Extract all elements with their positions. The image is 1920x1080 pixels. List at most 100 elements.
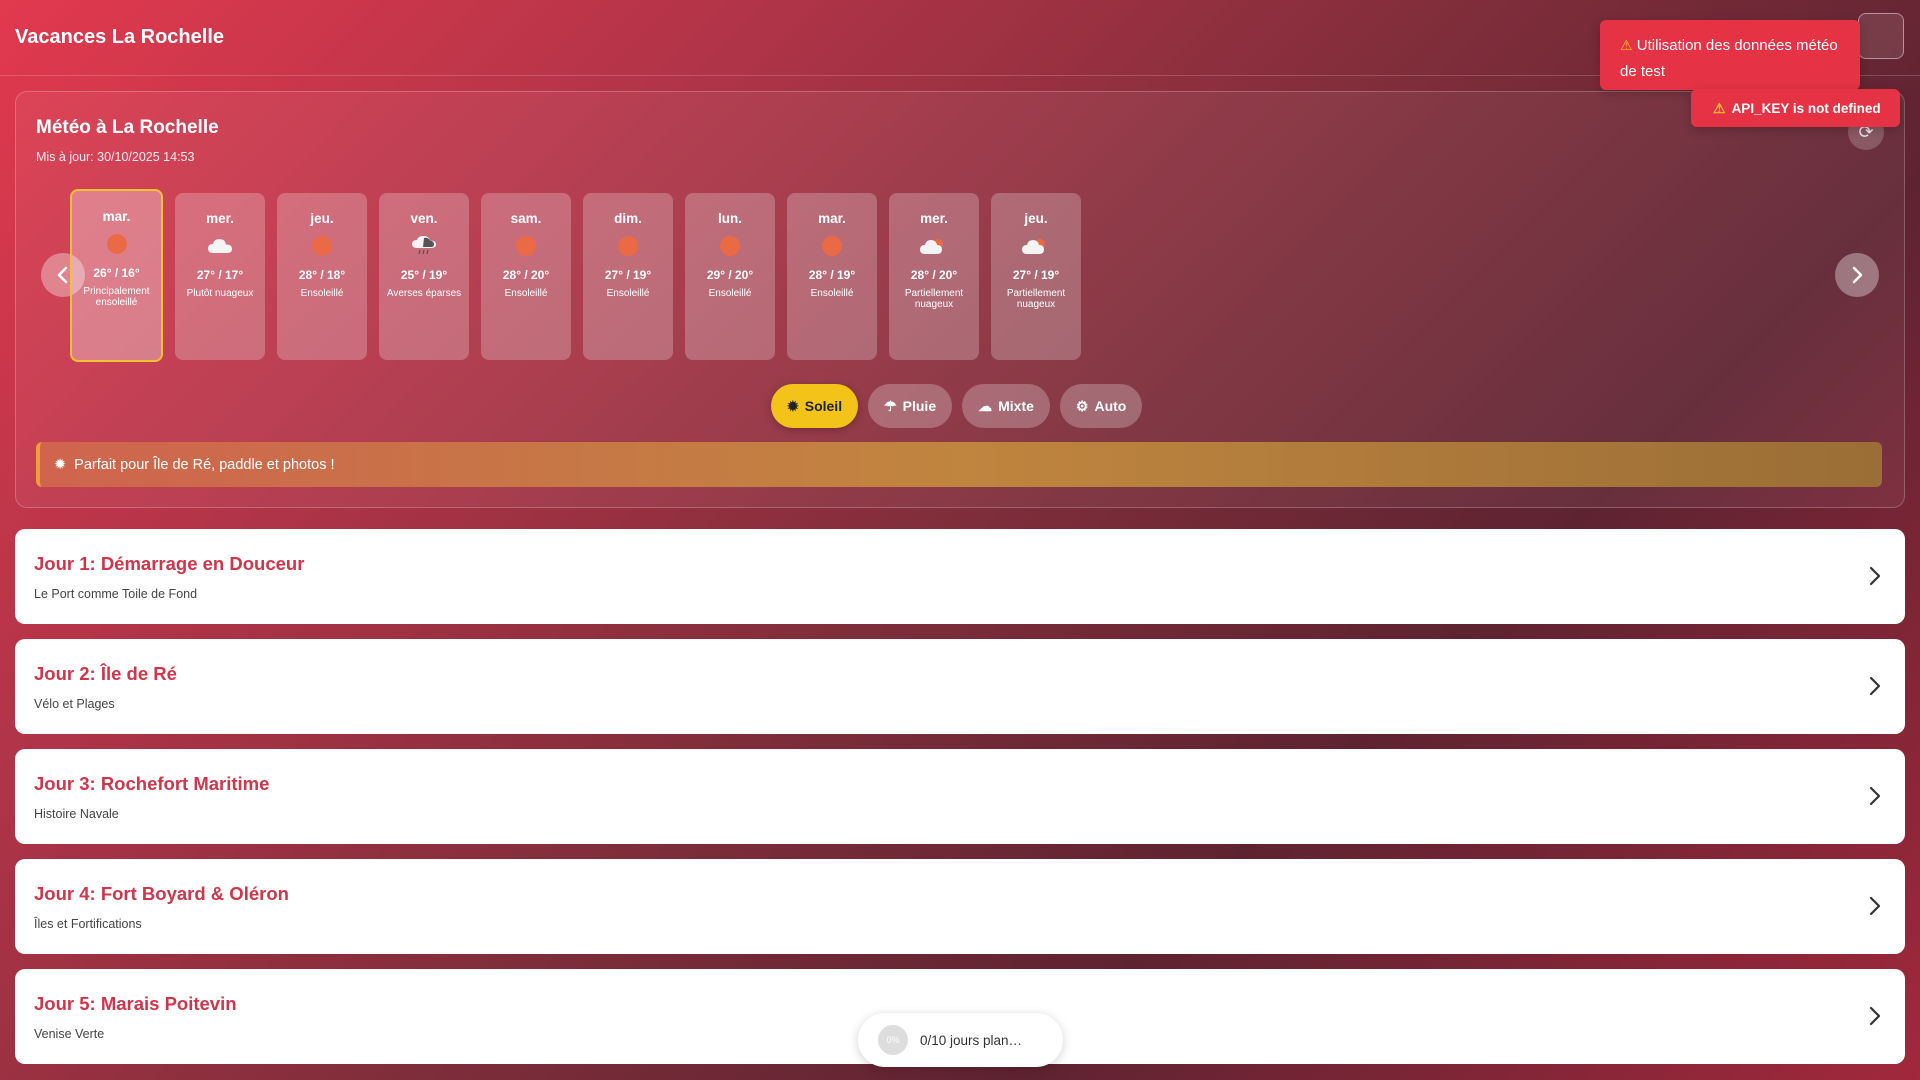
mode-mixte-button[interactable]: ☁ Mixte — [962, 384, 1050, 428]
mode-label: Soleil — [804, 398, 843, 414]
mode-label: Mixte — [998, 398, 1034, 414]
test-data-toast[interactable]: ⚠ Utilisation des données météo de test — [1600, 20, 1860, 90]
day-temp: 28° / 20° — [910, 268, 958, 282]
weather-panel: Météo à La Rochelle Mis à jour: 30/10/20… — [15, 91, 1905, 508]
day-desc: Ensoleillé — [708, 288, 752, 299]
itinerary-day-4[interactable]: Jour 4: Fort Boyard & Oléron Îles et For… — [15, 859, 1905, 954]
itinerary-day-3[interactable]: Jour 3: Rochefort Maritime Histoire Nava… — [15, 749, 1905, 844]
forecast-day[interactable]: dim. 27° / 19° Ensoleillé — [583, 193, 673, 360]
api-key-toast[interactable]: ⚠ API_KEY is not defined — [1691, 89, 1900, 127]
toast-text: API_KEY is not defined — [1731, 100, 1881, 116]
day-subtitle: Îles et Fortifications — [34, 917, 142, 931]
day-name: mer. — [920, 211, 948, 226]
day-temp: 25° / 19° — [400, 268, 448, 282]
itinerary-day-2[interactable]: Jour 2: Île de Ré Vélo et Plages — [15, 639, 1905, 734]
progress-label: 0/10 jours plan… — [920, 1032, 1023, 1048]
forecast-day[interactable]: lun. 29° / 20° Ensoleillé — [685, 193, 775, 360]
menu-button[interactable] — [1858, 13, 1904, 59]
partly-cloudy-icon — [1022, 239, 1045, 254]
sun-icon — [516, 236, 536, 256]
day-temp: 28° / 18° — [298, 268, 346, 282]
day-name: mar. — [818, 211, 846, 226]
day-desc: Ensoleillé — [504, 288, 548, 299]
sun-icon — [822, 236, 842, 256]
forecast-days: mar. 26° / 16° Principalement ensoleillé… — [70, 189, 1081, 362]
robot-icon: ⚙ — [1075, 397, 1089, 414]
day-name: lun. — [718, 211, 742, 226]
forecast-day[interactable]: mer. 28° / 20° Partiellement nuageux — [889, 193, 979, 360]
weather-updated: Mis à jour: 30/10/2025 14:53 — [36, 150, 195, 164]
day-temp: 26° / 16° — [93, 266, 140, 280]
forecast-day[interactable]: mar. 28° / 19° Ensoleillé — [787, 193, 877, 360]
day-name: mar. — [102, 209, 131, 224]
chevron-right-icon — [1869, 676, 1881, 696]
next-days-button[interactable] — [1835, 253, 1879, 297]
chevron-right-icon — [1869, 786, 1881, 806]
forecast-day[interactable]: mer. 27° / 17° Plutôt nuageux — [175, 193, 265, 360]
day-desc: Ensoleillé — [300, 288, 344, 299]
day-name: ven. — [410, 211, 438, 226]
planning-progress[interactable]: 0% 0/10 jours plan… — [858, 1013, 1063, 1067]
advice-text: Parfait pour Île de Ré, paddle et photos… — [74, 456, 335, 473]
day-name: jeu. — [1024, 211, 1048, 226]
day-desc: Partiellement nuageux — [904, 288, 964, 310]
day-desc: Ensoleillé — [606, 288, 650, 299]
partly-cloudy-icon — [920, 239, 943, 254]
app-title: Vacances La Rochelle — [15, 26, 225, 48]
itinerary-day-1[interactable]: Jour 1: Démarrage en Douceur Le Port com… — [15, 529, 1905, 624]
day-name: mer. — [206, 211, 234, 226]
warning-icon: ⚠ — [1620, 37, 1633, 53]
day-name: jeu. — [310, 211, 334, 226]
chevron-right-icon — [1869, 1006, 1881, 1026]
mode-label: Auto — [1094, 398, 1127, 414]
day-subtitle: Le Port comme Toile de Fond — [34, 587, 198, 601]
cloud-icon — [208, 239, 232, 253]
day-subtitle: Histoire Navale — [34, 807, 119, 821]
day-temp: 28° / 19° — [808, 268, 856, 282]
day-desc: Averses éparses — [386, 288, 462, 299]
day-subtitle: Venise Verte — [34, 1027, 105, 1041]
chevron-right-icon — [1869, 896, 1881, 916]
chevron-right-icon — [1869, 566, 1881, 586]
progress-circle: 0% — [878, 1025, 908, 1055]
mode-label: Pluie — [902, 398, 937, 414]
day-title: Jour 4: Fort Boyard & Oléron — [34, 883, 289, 904]
sun-cloud-icon: ☁ — [978, 397, 993, 414]
warning-icon: ⚠ — [1713, 99, 1726, 116]
weather-title: Météo à La Rochelle — [36, 117, 219, 138]
day-temp: 27° / 17° — [196, 268, 244, 282]
day-desc: Partiellement nuageux — [1006, 288, 1066, 310]
mode-pluie-button[interactable]: ☂ Pluie — [868, 384, 953, 428]
forecast-day[interactable]: ven. 25° / 19° Averses éparses — [379, 193, 469, 360]
day-title: Jour 3: Rochefort Maritime — [34, 773, 270, 794]
day-title: Jour 1: Démarrage en Douceur — [34, 553, 305, 574]
rain-cloud-icon — [412, 236, 436, 255]
mode-auto-button[interactable]: ⚙ Auto — [1059, 384, 1143, 428]
day-temp: 29° / 20° — [706, 268, 754, 282]
forecast-day[interactable]: jeu. 27° / 19° Partiellement nuageux — [991, 193, 1081, 360]
rain-icon: ☂ — [884, 397, 897, 414]
forecast-day[interactable]: sam. 28° / 20° Ensoleillé — [481, 193, 571, 360]
sun-icon: ✹ — [787, 397, 799, 414]
day-title: Jour 5: Marais Poitevin — [34, 993, 237, 1014]
day-temp: 28° / 20° — [502, 268, 550, 282]
forecast-day[interactable]: mar. 26° / 16° Principalement ensoleillé — [70, 189, 163, 362]
day-temp: 27° / 19° — [604, 268, 652, 282]
weather-advice-banner: ✹ Parfait pour Île de Ré, paddle et phot… — [36, 442, 1882, 487]
mode-soleil-button[interactable]: ✹ Soleil — [771, 384, 859, 428]
chevron-right-icon — [1852, 266, 1863, 284]
sun-icon — [312, 236, 332, 256]
day-desc: Principalement ensoleillé — [83, 286, 150, 308]
day-temp: 27° / 19° — [1012, 268, 1060, 282]
sun-icon — [618, 236, 638, 256]
day-desc: Ensoleillé — [810, 288, 854, 299]
sun-icon — [106, 234, 127, 254]
toast-text: Utilisation des données météo de test — [1620, 37, 1838, 80]
day-title: Jour 2: Île de Ré — [34, 663, 177, 684]
forecast-day[interactable]: jeu. 28° / 18° Ensoleillé — [277, 193, 367, 360]
day-subtitle: Vélo et Plages — [34, 697, 115, 711]
day-name: dim. — [614, 211, 642, 226]
day-desc: Plutôt nuageux — [186, 288, 254, 299]
sun-icon — [720, 236, 740, 256]
weather-mode-buttons: ✹ Soleil ☂ Pluie ☁ Mixte ⚙ Auto — [771, 384, 1143, 428]
